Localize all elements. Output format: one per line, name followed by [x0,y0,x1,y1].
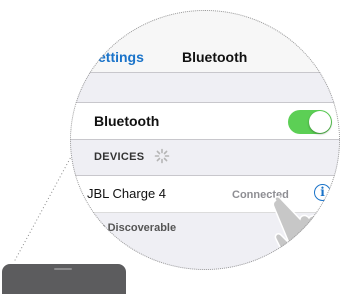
phone-device [2,264,126,294]
spinner-icon [154,148,170,164]
device-name: JBL Charge 4 [87,186,167,201]
bluetooth-row: Bluetooth [70,102,340,140]
pointing-hand-icon [272,196,335,270]
page-title: Bluetooth [182,49,248,65]
navigation-bar: ettings Bluetooth [70,10,340,73]
discoverable-text: w Discoverable [96,222,177,234]
bluetooth-toggle[interactable] [288,110,332,134]
phone-speaker [54,268,72,270]
back-button[interactable]: ettings [98,49,144,65]
bluetooth-label: Bluetooth [94,113,160,129]
devices-header: DEVICES [94,151,145,163]
toggle-knob [309,111,331,133]
magnified-screen: ettings Bluetooth Bluetooth DEVICES JBL … [70,10,340,270]
